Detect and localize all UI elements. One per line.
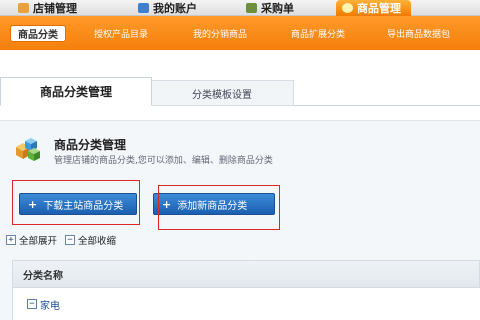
cart-icon — [246, 3, 257, 13]
top-nav-item-purchase-order[interactable]: 采购单 — [246, 0, 294, 16]
product-icon — [342, 3, 353, 13]
sub-nav-item-my-distribution[interactable]: 我的分销商品 — [193, 27, 247, 40]
collapse-icon[interactable]: − — [27, 299, 37, 309]
collapse-all-link[interactable]: 全部收缩 — [78, 233, 116, 247]
top-nav-item-my-account[interactable]: 我的账户 — [138, 0, 197, 16]
download-main-categories-button[interactable]: + 下载主站商品分类 — [19, 193, 137, 215]
sub-navigation: 商品分类 授权产品目录 我的分销商品 商品扩展分类 导出商品数据包 — [0, 16, 480, 50]
collapse-icon[interactable]: − — [65, 235, 76, 245]
sub-nav-item-extended-category[interactable]: 商品扩展分类 — [291, 27, 345, 40]
account-icon — [138, 3, 149, 13]
button-label: 下载主站商品分类 — [43, 200, 124, 212]
table-row[interactable]: − 家电 — [12, 288, 480, 320]
table-header: 分类名称 — [12, 260, 480, 288]
column-header-category-name: 分类名称 — [23, 270, 63, 282]
tab-label: 分类模板设置 — [192, 89, 252, 101]
category-cubes-icon — [16, 138, 40, 161]
tab-category-management[interactable]: 商品分类管理 — [0, 77, 152, 106]
top-nav-item-product-management[interactable]: 商品管理 — [336, 0, 411, 16]
top-nav-label: 采购单 — [261, 2, 294, 15]
top-nav-label: 店铺管理 — [33, 2, 77, 15]
expand-icon[interactable]: + — [6, 235, 16, 245]
tab-label: 商品分类管理 — [39, 85, 112, 99]
expand-all-link[interactable]: 全部展开 — [19, 233, 57, 247]
panel-description: 管理店铺的商品分类,您可以添加、编辑、删除商品分类 — [54, 156, 273, 166]
add-category-button[interactable]: + 添加新商品分类 — [153, 193, 275, 215]
sub-nav-label: 商品分类 — [18, 30, 58, 41]
plus-icon: + — [28, 197, 38, 211]
sub-nav-item-export-data[interactable]: 导出商品数据包 — [387, 27, 450, 40]
category-name[interactable]: 家电 — [40, 297, 60, 312]
tree-controls: + 全部展开 − 全部收缩 — [6, 233, 116, 247]
plus-icon: + — [162, 197, 172, 211]
top-nav-label: 我的账户 — [153, 2, 197, 15]
top-navigation: 店铺管理 我的账户 采购单 商品管理 — [0, 0, 480, 16]
panel-title: 商品分类管理 — [54, 138, 127, 152]
tab-template-settings[interactable]: 分类模板设置 — [150, 80, 294, 106]
top-nav-label: 商品管理 — [357, 2, 401, 15]
top-nav-item-store-management[interactable]: 店铺管理 — [18, 0, 77, 16]
sub-nav-item-product-category[interactable]: 商品分类 — [10, 25, 66, 42]
sub-nav-item-authorized-catalog[interactable]: 授权产品目录 — [94, 27, 148, 40]
button-label: 添加新商品分类 — [177, 200, 248, 212]
store-icon — [18, 3, 29, 13]
